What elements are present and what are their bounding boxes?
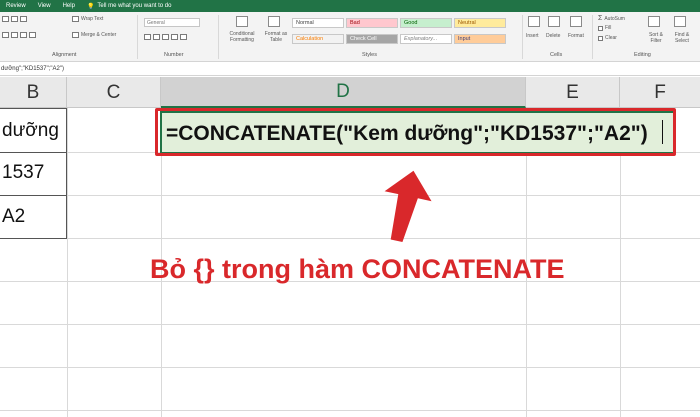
align-center-icon[interactable]: [11, 32, 18, 38]
gridline: [0, 410, 700, 411]
style-calculation[interactable]: Calculation: [292, 34, 344, 44]
tab-view[interactable]: View: [38, 3, 51, 9]
group-divider: [137, 15, 138, 59]
cell-b-row1[interactable]: dưỡng: [2, 120, 59, 142]
align-middle-icon[interactable]: [11, 16, 18, 22]
gridline: [0, 367, 700, 368]
fill-label: Fill: [605, 25, 612, 31]
group-divider: [592, 15, 593, 59]
eraser-icon: [598, 35, 603, 41]
gridline: [0, 324, 700, 325]
ribbon-tab-bar: Review View Help 💡 Tell me what you want…: [0, 0, 700, 12]
column-header-b[interactable]: B: [0, 77, 67, 108]
group-divider: [522, 15, 523, 59]
sort-filter-button[interactable]: Sort & Filter: [643, 32, 669, 44]
format-button[interactable]: Format: [568, 33, 584, 39]
insert-button[interactable]: Insert: [526, 33, 539, 39]
style-input[interactable]: Input: [454, 34, 506, 44]
insert-icon[interactable]: [528, 16, 540, 27]
find-select-button[interactable]: Find & Select: [668, 32, 696, 44]
style-good[interactable]: Good: [400, 18, 452, 28]
merge-center-button[interactable]: Merge & Center: [72, 32, 116, 38]
annotation-highlight-box: [155, 108, 676, 156]
tell-me-text: Tell me what you want to do: [97, 3, 172, 9]
cell-b-row3[interactable]: A2: [2, 206, 25, 228]
delete-icon[interactable]: [548, 16, 560, 27]
style-explanatory[interactable]: Explanatory...: [400, 34, 452, 44]
style-bad[interactable]: Bad: [346, 18, 398, 28]
column-header-c[interactable]: C: [67, 77, 161, 108]
increase-decimal-icon[interactable]: [171, 34, 178, 40]
sort-filter-icon[interactable]: [648, 16, 660, 27]
gridline: [0, 238, 700, 239]
editing-group-label: Editing: [634, 52, 651, 58]
ribbon: Wrap Text Merge & Center Alignment Gener…: [0, 12, 700, 62]
align-top-icon[interactable]: [2, 16, 9, 22]
format-as-table-button[interactable]: Format as Table: [262, 31, 290, 43]
gridline: [0, 195, 700, 196]
delete-button[interactable]: Delete: [546, 33, 560, 39]
decrease-decimal-icon[interactable]: [180, 34, 187, 40]
column-header-f[interactable]: F: [620, 77, 700, 108]
merge-icon: [72, 32, 79, 38]
tell-me-box[interactable]: 💡 Tell me what you want to do: [87, 3, 172, 10]
align-top-row: [2, 16, 27, 22]
cell-border: [0, 152, 67, 153]
tab-help[interactable]: Help: [63, 3, 75, 9]
wrap-text-label: Wrap Text: [81, 16, 104, 22]
tab-review[interactable]: Review: [6, 3, 26, 9]
align-right-icon[interactable]: [20, 32, 27, 38]
conditional-formatting-button[interactable]: Conditional Formatting: [222, 31, 262, 43]
merge-center-label: Merge & Center: [81, 32, 117, 38]
gridline: [67, 108, 68, 417]
style-normal[interactable]: Normal: [292, 18, 344, 28]
number-group-label: Number: [164, 52, 184, 58]
wrap-text-button[interactable]: Wrap Text: [72, 16, 103, 22]
clear-button[interactable]: Clear: [598, 35, 617, 41]
column-header-d[interactable]: D: [161, 77, 526, 108]
format-as-table-icon[interactable]: [268, 16, 280, 27]
column-header-e[interactable]: E: [526, 77, 620, 108]
align-bottom-icon[interactable]: [20, 16, 27, 22]
annotation-arrow-icon: [384, 170, 432, 243]
style-neutral[interactable]: Neutral: [454, 18, 506, 28]
comma-icon[interactable]: [162, 34, 169, 40]
cell-border: [0, 195, 67, 196]
sigma-icon: Σ: [598, 15, 603, 22]
cell-b-row2[interactable]: 1537: [2, 162, 44, 184]
currency-icon[interactable]: [144, 34, 151, 40]
formula-bar[interactable]: dưỡng";"KD1537";"A2"): [0, 62, 700, 76]
clear-label: Clear: [605, 35, 617, 41]
format-icon[interactable]: [570, 16, 582, 27]
styles-group-label: Styles: [362, 52, 377, 58]
find-select-icon[interactable]: [674, 16, 686, 27]
column-headers: B C D E F: [0, 77, 700, 108]
conditional-formatting-icon[interactable]: [236, 16, 248, 27]
number-format-buttons: [144, 34, 187, 40]
fill-button[interactable]: Fill: [598, 25, 611, 31]
lightbulb-icon: 💡: [86, 3, 95, 10]
autosum-label: AutoSum: [604, 15, 625, 22]
group-divider: [218, 15, 219, 59]
wrap-text-icon: [72, 16, 79, 22]
number-format-select[interactable]: General: [144, 18, 200, 27]
annotation-caption: Bỏ {} trong hàm CONCATENATE: [150, 254, 565, 284]
style-check-cell[interactable]: Check Cell: [346, 34, 398, 44]
align-bottom-row: [2, 32, 36, 38]
indent-icon[interactable]: [29, 32, 36, 38]
cells-group-label: Cells: [550, 52, 563, 58]
fill-down-icon: [598, 25, 603, 31]
alignment-group-label: Alignment: [52, 52, 77, 58]
percent-icon[interactable]: [153, 34, 160, 40]
autosum-button[interactable]: Σ AutoSum: [598, 15, 625, 22]
align-left-icon[interactable]: [2, 32, 9, 38]
